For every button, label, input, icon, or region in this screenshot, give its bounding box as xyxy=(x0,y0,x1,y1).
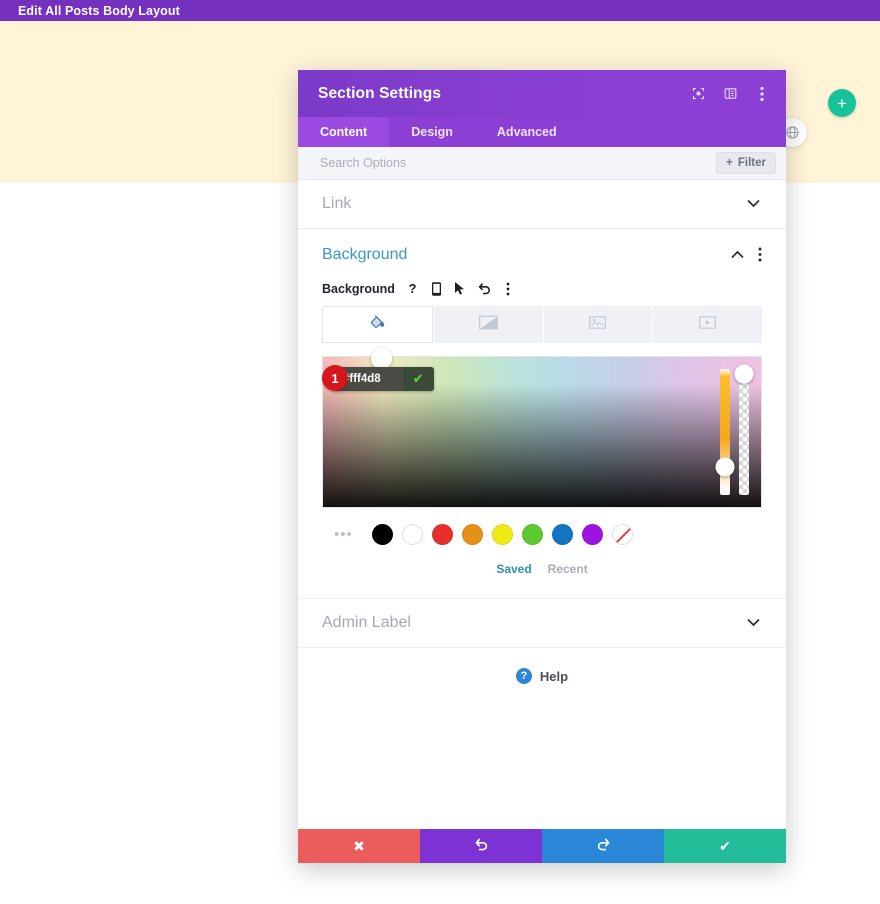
section-settings-modal: Section Settings Content Design Advanced… xyxy=(298,70,786,863)
cancel-button[interactable]: ✖ xyxy=(298,829,420,863)
swatch-tabs: Saved Recent xyxy=(322,562,762,576)
hue-slider-handle[interactable] xyxy=(715,457,735,477)
hue-slider[interactable] xyxy=(715,369,735,495)
color-picker-handle[interactable] xyxy=(371,348,392,369)
color-sliders xyxy=(715,364,754,495)
section-label-link: Link xyxy=(322,195,352,212)
swatch-tab-recent[interactable]: Recent xyxy=(548,562,588,576)
section-toggle-link[interactable]: Link xyxy=(298,180,786,229)
search-input[interactable] xyxy=(320,156,717,170)
step-badge-1: 1 xyxy=(322,365,348,391)
section-toggle-admin-label[interactable]: Admin Label xyxy=(298,599,786,648)
focus-target-icon[interactable] xyxy=(690,86,706,102)
plus-icon: + xyxy=(726,157,733,169)
background-type-tabs xyxy=(322,306,762,343)
screen: Edit All Posts Body Layout + Section Set… xyxy=(0,0,880,904)
check-icon: ✔ xyxy=(719,837,731,854)
swatch-purple[interactable] xyxy=(581,524,603,545)
section-background-header[interactable]: Background xyxy=(322,229,762,281)
cursor-icon[interactable] xyxy=(454,281,467,296)
swatch-green[interactable] xyxy=(521,524,543,545)
swatch-white[interactable] xyxy=(401,524,423,545)
modal-footer: ✖ ✔ xyxy=(298,829,786,863)
modal-title: Section Settings xyxy=(318,84,442,102)
plus-icon: + xyxy=(837,93,847,113)
chevron-up-icon[interactable] xyxy=(731,249,744,261)
video-icon xyxy=(699,315,717,334)
admin-bar: Edit All Posts Body Layout xyxy=(0,0,880,21)
admin-bar-title: Edit All Posts Body Layout xyxy=(18,3,180,18)
filter-button[interactable]: + Filter xyxy=(716,152,776,174)
redo-icon xyxy=(596,837,611,855)
modal-header: Section Settings xyxy=(298,70,786,117)
background-color-tab[interactable] xyxy=(322,306,433,343)
add-section-button[interactable]: + xyxy=(828,89,856,117)
swatch-tab-saved[interactable]: Saved xyxy=(496,562,531,576)
close-icon: ✖ xyxy=(353,837,365,854)
background-gradient-tab[interactable] xyxy=(433,306,543,343)
tab-content[interactable]: Content xyxy=(298,117,390,147)
filter-button-label: Filter xyxy=(737,157,766,169)
modal-body: Link Background Background ? 1 #fff4d8 ✔… xyxy=(298,180,786,829)
paint-bucket-icon xyxy=(369,314,386,336)
color-picker-area[interactable]: 1 #fff4d8 ✔ xyxy=(322,348,762,508)
chevron-down-icon xyxy=(747,616,760,630)
undo-icon xyxy=(474,837,489,855)
help-label: Help xyxy=(539,668,569,684)
swatch-red[interactable] xyxy=(431,524,453,545)
background-image-tab[interactable] xyxy=(543,306,653,343)
mobile-icon[interactable] xyxy=(430,281,443,296)
modal-tabs: Content Design Advanced xyxy=(298,117,786,147)
help-circle-icon: ? xyxy=(515,668,532,684)
undo-icon[interactable] xyxy=(478,281,491,296)
background-video-tab[interactable] xyxy=(653,306,762,343)
layout-panel-icon[interactable] xyxy=(722,86,738,102)
alpha-slider-handle[interactable] xyxy=(734,364,754,384)
swatch-yellow[interactable] xyxy=(491,524,513,545)
save-button[interactable]: ✔ xyxy=(664,829,786,863)
ellipsis-icon[interactable]: ••• xyxy=(334,526,353,543)
vertical-dots-icon[interactable] xyxy=(502,281,515,296)
undo-button[interactable] xyxy=(420,829,542,863)
color-swatches: ••• xyxy=(322,524,762,545)
background-field-label-row: Background ? xyxy=(322,281,762,296)
swatch-blue[interactable] xyxy=(551,524,573,545)
help-icon[interactable]: ? xyxy=(406,281,419,296)
tab-design[interactable]: Design xyxy=(389,117,475,147)
help-row[interactable]: ? Help xyxy=(298,648,786,704)
section-label-admin-label: Admin Label xyxy=(322,614,411,631)
chevron-down-icon xyxy=(747,197,760,211)
section-background: Background Background ? 1 #fff4d8 ✔ ••• … xyxy=(298,229,786,599)
swatch-orange[interactable] xyxy=(461,524,483,545)
modal-header-actions xyxy=(690,86,770,102)
gradient-icon xyxy=(478,315,498,335)
section-title-background: Background xyxy=(322,246,408,263)
vertical-dots-icon[interactable] xyxy=(758,247,762,264)
vertical-dots-icon[interactable] xyxy=(754,86,770,102)
swatch-black[interactable] xyxy=(371,524,393,545)
image-icon xyxy=(589,315,607,334)
search-row: + Filter xyxy=(298,147,786,180)
tab-advanced[interactable]: Advanced xyxy=(475,117,579,147)
redo-button[interactable] xyxy=(542,829,664,863)
background-field-label: Background xyxy=(322,281,395,296)
hex-value-tooltip: #fff4d8 ✔ xyxy=(333,367,434,391)
check-icon[interactable]: ✔ xyxy=(402,367,434,391)
swatch-transparent[interactable] xyxy=(611,524,633,545)
alpha-slider[interactable] xyxy=(734,364,754,495)
